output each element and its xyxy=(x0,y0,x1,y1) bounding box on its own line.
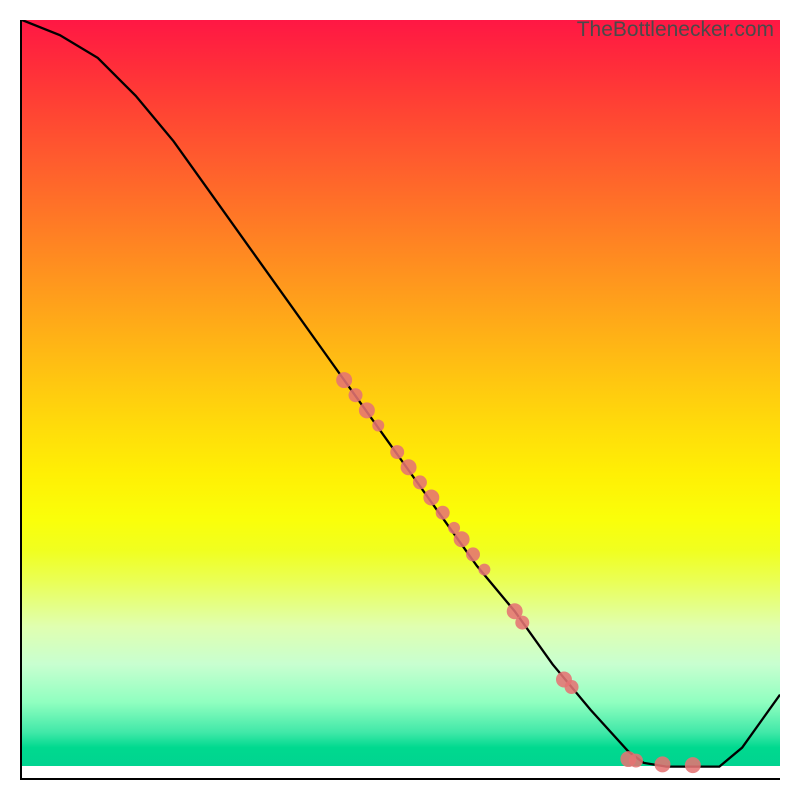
data-point xyxy=(565,680,579,694)
data-point xyxy=(336,372,352,388)
data-points xyxy=(336,372,701,773)
data-point xyxy=(372,420,384,432)
data-point xyxy=(478,564,490,576)
bottleneck-curve xyxy=(22,20,780,767)
data-point xyxy=(629,754,643,768)
data-point xyxy=(454,531,470,547)
chart-overlay xyxy=(22,20,780,778)
data-point xyxy=(466,547,480,561)
data-point xyxy=(423,490,439,506)
data-point xyxy=(390,445,404,459)
data-point xyxy=(401,459,417,475)
data-point xyxy=(413,475,427,489)
data-point xyxy=(515,616,529,630)
data-point xyxy=(436,506,450,520)
chart-plot-area: TheBottlenecker.com xyxy=(20,20,780,780)
data-point xyxy=(349,388,363,402)
data-point xyxy=(359,402,375,418)
attribution-label: TheBottlenecker.com xyxy=(577,18,774,42)
data-point xyxy=(685,757,701,773)
data-point xyxy=(655,756,671,772)
